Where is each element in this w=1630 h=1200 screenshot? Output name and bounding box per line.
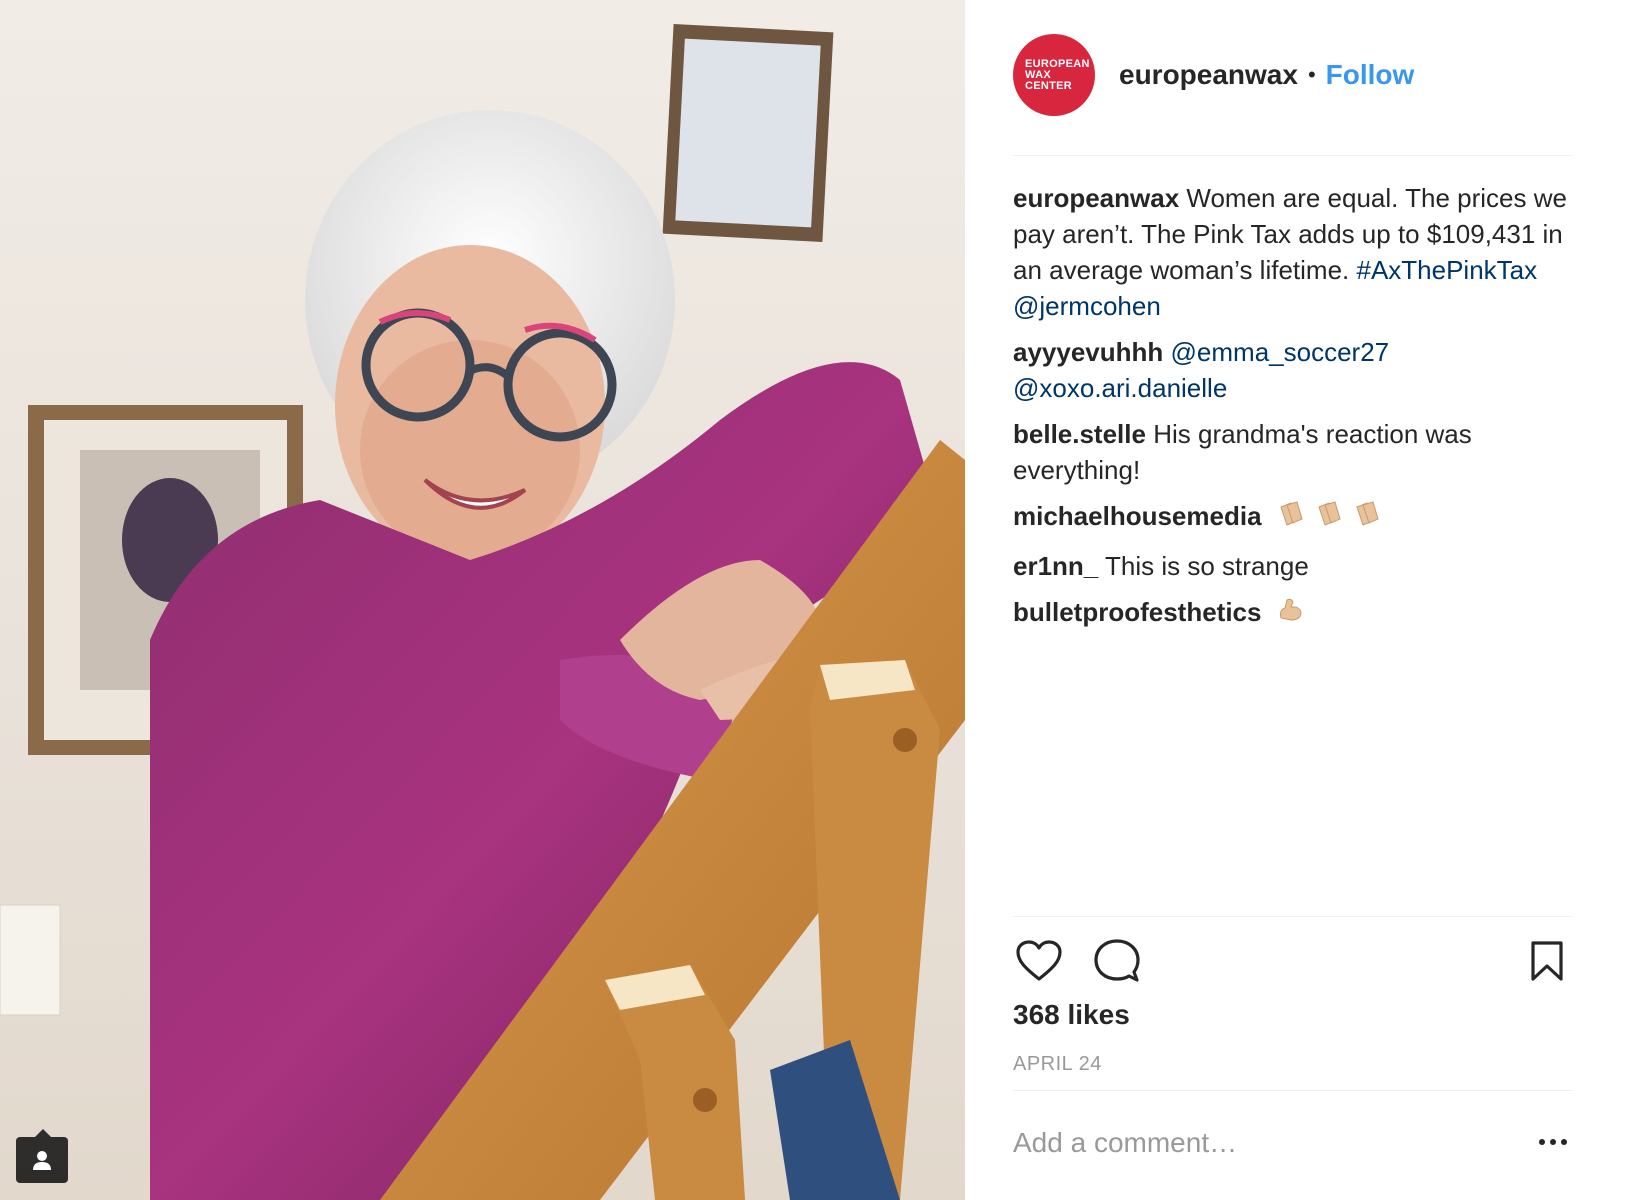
comment-item: ayyyevuhhh @emma_soccer27 @xoxo.ari.dani… <box>1013 334 1573 406</box>
actions-divider <box>1013 916 1573 917</box>
comment-user[interactable]: belle.stelle <box>1013 419 1146 449</box>
comment-user[interactable]: bulletproofesthetics <box>1013 597 1261 627</box>
comment-item: michaelhousemedia <box>1013 498 1573 538</box>
more-dot-icon <box>1539 1139 1545 1145</box>
clapping-hands-icon <box>1275 499 1387 538</box>
avatar-text-line1: EUROPEAN <box>1025 57 1090 70</box>
add-comment-input[interactable] <box>1013 1121 1513 1165</box>
heart-icon <box>1016 940 1062 981</box>
comment-user[interactable]: michaelhousemedia <box>1013 501 1262 531</box>
avatar[interactable]: EUROPEAN WAX CENTER <box>1013 34 1095 116</box>
header-separator: • <box>1307 62 1316 87</box>
mention-link[interactable]: @xoxo.ari.danielle <box>1013 373 1227 403</box>
comment-user[interactable]: europeanwax <box>1013 183 1179 213</box>
more-options-button[interactable] <box>1533 1127 1573 1157</box>
bookmark-icon <box>1531 941 1563 981</box>
likes-count[interactable]: 368 likes <box>1013 999 1130 1031</box>
comment-item: belle.stelle His grandma's reaction was … <box>1013 416 1573 488</box>
more-dot-icon <box>1550 1139 1556 1145</box>
like-button[interactable] <box>1013 935 1065 987</box>
post-header: EUROPEAN WAX CENTER europeanwax • Follow <box>1013 34 1573 156</box>
post-actions <box>1013 935 1573 991</box>
mention-link[interactable]: @emma_soccer27 <box>1171 337 1390 367</box>
comment-user[interactable]: ayyyevuhhh <box>1013 337 1163 367</box>
comment-item: bulletproofesthetics <box>1013 594 1573 634</box>
mention-link[interactable]: @jermcohen <box>1013 291 1161 321</box>
comment-text: This is so strange <box>1105 550 1309 581</box>
avatar-text-line3: CENTER <box>1025 79 1073 92</box>
save-button[interactable] <box>1521 935 1573 987</box>
flexed-biceps-icon <box>1275 594 1305 633</box>
account-username[interactable]: europeanwax <box>1119 59 1298 91</box>
hashtag-link[interactable]: #AxThePinkTax <box>1356 255 1537 285</box>
comment-item: er1nn_ This is so strange <box>1013 548 1573 584</box>
comment-user[interactable]: er1nn_ <box>1013 551 1098 581</box>
avatar-text-line2: WAX <box>1025 68 1051 81</box>
comment-button[interactable] <box>1091 935 1143 987</box>
more-dot-icon <box>1561 1139 1567 1145</box>
photo-scene <box>0 23 965 1200</box>
tag-people-button[interactable] <box>16 1129 68 1183</box>
add-comment-bar <box>1013 1090 1573 1200</box>
speech-bubble-icon <box>1094 939 1140 982</box>
caption: europeanwax Women are equal. The prices … <box>1013 180 1573 324</box>
person-icon <box>33 1151 51 1170</box>
follow-button[interactable]: Follow <box>1326 59 1415 91</box>
post-photo[interactable] <box>0 0 965 1200</box>
post-sidebar: EUROPEAN WAX CENTER europeanwax • Follow… <box>965 0 1630 1200</box>
comments-list: europeanwax Women are equal. The prices … <box>1013 180 1573 643</box>
post-date[interactable]: APRIL 24 <box>1013 1053 1102 1076</box>
